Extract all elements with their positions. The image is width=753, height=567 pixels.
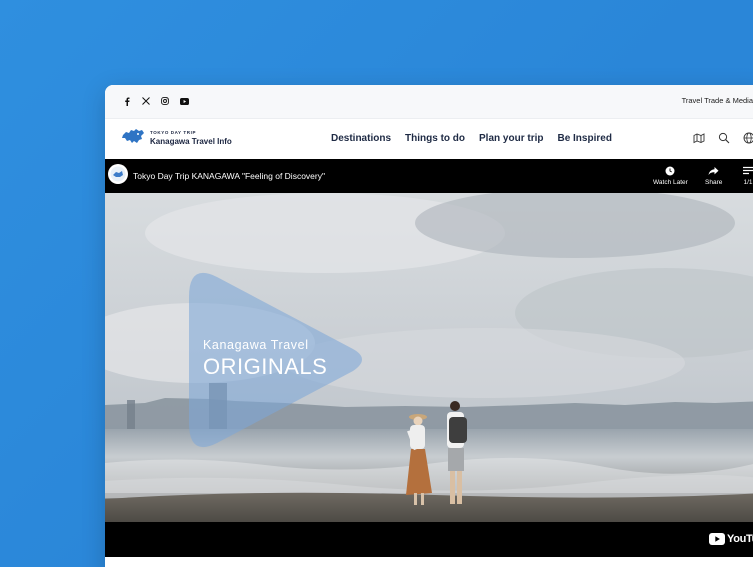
nav-item-destinations[interactable]: Destinations [331, 133, 391, 144]
clock-icon [665, 166, 675, 176]
overlay-line2: ORIGINALS [203, 353, 328, 379]
facebook-icon[interactable] [122, 96, 132, 106]
travel-trade-link[interactable]: Travel Trade & Media [682, 96, 753, 105]
page-content-below [105, 557, 753, 567]
share-button[interactable]: Share [705, 166, 722, 186]
video-player[interactable]: Tokyo Day Trip KANAGAWA "Feeling of Disc… [105, 159, 753, 557]
watch-later-button[interactable]: Watch Later [653, 166, 688, 186]
instagram-icon[interactable] [160, 96, 170, 106]
video-title[interactable]: Tokyo Day Trip KANAGAWA "Feeling of Disc… [133, 171, 325, 181]
youtube-play-icon [709, 533, 725, 545]
youtube-icon[interactable] [179, 96, 189, 106]
video-bottom-bar: YouTube [105, 522, 753, 557]
kanagawa-map-logo-icon [121, 127, 145, 150]
logo-tagline: TOKYO DAY TRIP [150, 130, 197, 136]
nav-item-plan-your-trip[interactable]: Plan your trip [479, 133, 543, 144]
site-logo[interactable]: TOKYO DAY TRIP Kanagawa Travel Info [121, 127, 232, 150]
social-links [122, 96, 189, 106]
share-icon [708, 167, 719, 175]
top-social-strip: Travel Trade & Media [105, 85, 753, 119]
nav-item-things-to-do[interactable]: Things to do [405, 133, 465, 144]
share-label: Share [705, 179, 723, 186]
channel-avatar[interactable] [108, 164, 128, 184]
browser-window: Travel Trade & Media TOKYO DAY TRIP Kana… [105, 85, 753, 567]
playlist-count: 1/1 [743, 179, 753, 186]
search-icon[interactable] [718, 132, 730, 144]
logo-title: Kanagawa Travel Info [150, 136, 232, 146]
watch-later-label: Watch Later [653, 179, 688, 186]
video-header: Tokyo Day Trip KANAGAWA "Feeling of Disc… [105, 159, 753, 193]
video-frame: Kanagawa Travel ORIGINALS [105, 193, 753, 522]
playlist-button[interactable]: 1/1 [743, 166, 753, 186]
nav-icons [693, 132, 753, 144]
youtube-wordmark: YouTube [727, 533, 753, 545]
main-nav: TOKYO DAY TRIP Kanagawa Travel Info Dest… [105, 119, 753, 159]
map-icon[interactable] [693, 132, 705, 144]
nav-item-be-inspired[interactable]: Be Inspired [557, 133, 611, 144]
globe-icon[interactable] [743, 132, 753, 144]
youtube-logo[interactable]: YouTube [709, 533, 753, 545]
playlist-icon [743, 166, 753, 175]
overlay-line1: Kanagawa Travel [203, 338, 309, 352]
x-icon[interactable] [141, 96, 151, 106]
originals-overlay: Kanagawa Travel ORIGINALS [203, 339, 327, 378]
nav-menu: Destinations Things to do Plan your trip… [331, 133, 612, 144]
